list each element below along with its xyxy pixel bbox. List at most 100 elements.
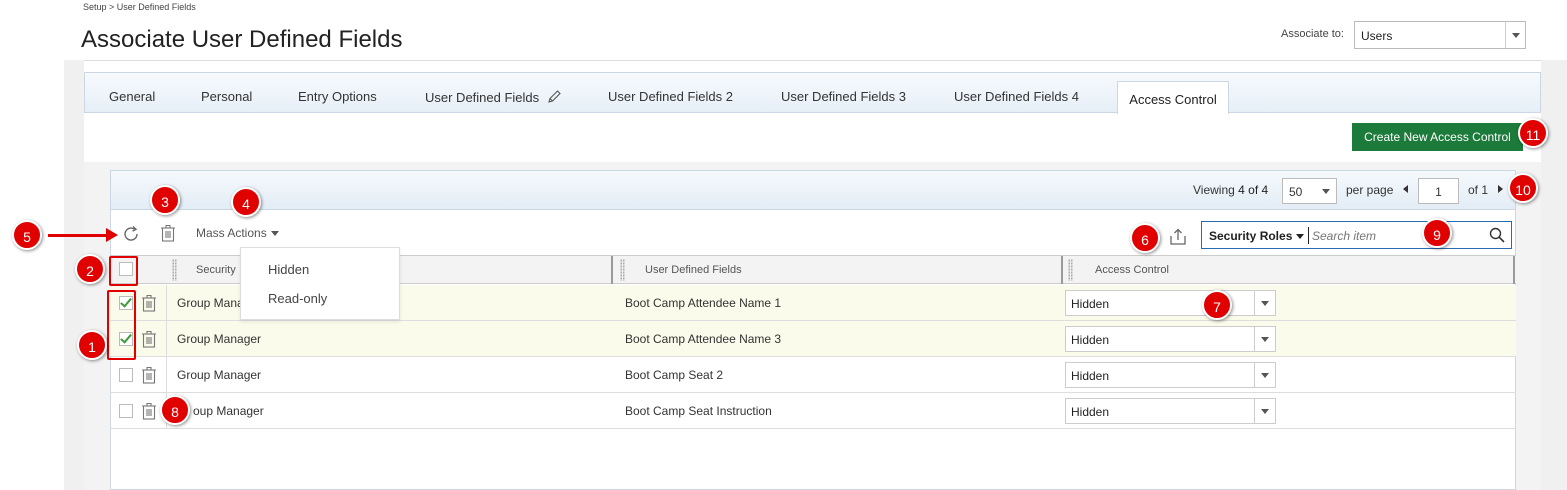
access-control-value: Hidden [1071, 369, 1110, 383]
annotation-badge-10: 10 [1508, 173, 1538, 203]
table-row[interactable]: Group Manager Boot Camp Seat 2 Hidden [110, 357, 1516, 393]
cell-security-role: Group Mana [177, 296, 244, 310]
row-divider [166, 285, 167, 321]
per-page-label: per page [1346, 183, 1394, 197]
tab-user-defined-fields-3[interactable]: User Defined Fields 3 [781, 89, 906, 104]
tab-user-defined-fields-2[interactable]: User Defined Fields 2 [608, 89, 733, 104]
row-divider [166, 357, 167, 393]
annotation-arrow [48, 234, 108, 237]
tab-personal[interactable]: Personal [201, 89, 252, 104]
search-scope-label: Security Roles [1209, 229, 1293, 243]
column-divider[interactable] [1513, 256, 1515, 284]
tab-bar: General Personal Entry Options User Defi… [84, 72, 1541, 114]
chevron-down-icon [1254, 399, 1275, 423]
access-control-select[interactable]: Hidden [1065, 398, 1276, 424]
breadcrumb: Setup > User Defined Fields [83, 2, 196, 12]
cell-security-role: oup Manager [193, 404, 264, 418]
previous-page-icon[interactable] [1403, 185, 1408, 193]
column-grip-icon[interactable] [172, 259, 177, 281]
mass-actions-label: Mass Actions [196, 226, 267, 240]
annotation-badge-5: 5 [12, 220, 42, 250]
menu-item-hidden[interactable]: Hidden [268, 262, 309, 277]
access-control-select[interactable]: Hidden [1065, 326, 1276, 352]
next-page-icon[interactable] [1498, 185, 1503, 193]
refresh-icon[interactable] [121, 224, 141, 244]
access-control-value: Hidden [1071, 333, 1110, 347]
annotation-badge-3: 3 [150, 185, 180, 215]
column-header-user-defined-fields[interactable]: User Defined Fields [645, 264, 742, 276]
annotation-highlight-select-all [109, 256, 138, 286]
cell-user-defined-field: Boot Camp Attendee Name 3 [625, 332, 782, 346]
column-divider[interactable] [611, 256, 613, 284]
access-control-value: Hidden [1071, 405, 1110, 419]
caret-down-icon [270, 231, 279, 236]
tab-user-defined-fields[interactable]: User Defined Fields [425, 89, 562, 105]
annotation-badge-2: 2 [75, 254, 105, 284]
annotation-badge-4: 4 [231, 187, 261, 217]
access-control-select[interactable]: Hidden [1065, 290, 1276, 316]
annotation-badge-8: 8 [160, 395, 190, 425]
page-total: of 1 [1468, 183, 1489, 197]
cell-user-defined-field: Boot Camp Seat Instruction [625, 404, 772, 418]
chevron-down-icon [1254, 363, 1275, 387]
access-control-select[interactable]: Hidden [1065, 362, 1276, 388]
header-divider [64, 60, 1567, 61]
row-checkbox[interactable] [119, 368, 133, 382]
menu-item-read-only[interactable]: Read-only [268, 291, 327, 306]
column-header-security[interactable]: Security [196, 264, 236, 276]
annotation-badge-7: 7 [1202, 290, 1232, 320]
annotation-arrow-head [106, 228, 118, 242]
annotation-badge-11: 11 [1518, 118, 1548, 148]
tab-entry-options[interactable]: Entry Options [298, 89, 377, 104]
search-scope-dropdown[interactable]: Security Roles [1209, 229, 1305, 243]
tab-label: User Defined Fields [425, 90, 540, 105]
annotation-badge-6: 6 [1130, 223, 1160, 253]
page-title: Associate User Defined Fields [81, 26, 403, 53]
associate-to-label: Associate to: [1281, 28, 1344, 40]
chevron-down-icon [1254, 291, 1275, 315]
search-icon[interactable] [1489, 227, 1505, 243]
chevron-down-icon [1322, 189, 1330, 194]
create-access-control-button[interactable]: Create New Access Control [1352, 123, 1523, 151]
viewing-prefix: Viewing [1193, 183, 1235, 197]
annotation-highlight-row-checkboxes [107, 290, 136, 360]
access-control-value: Hidden [1071, 297, 1110, 311]
table-row[interactable]: oup Manager Boot Camp Seat Instruction H… [110, 393, 1516, 429]
column-header-access-control[interactable]: Access Control [1095, 264, 1169, 276]
tab-user-defined-fields-4[interactable]: User Defined Fields 4 [954, 89, 1079, 104]
row-divider [166, 321, 167, 357]
associate-to-value: Users [1361, 29, 1393, 43]
pencil-icon [547, 90, 561, 103]
mass-actions-button[interactable]: Mass Actions [196, 226, 279, 240]
page-number-input[interactable]: 1 [1418, 178, 1459, 204]
tab-general[interactable]: General [109, 89, 155, 104]
column-grip-icon[interactable] [620, 259, 625, 281]
annotation-badge-9: 9 [1422, 218, 1452, 248]
chevron-down-icon [1254, 327, 1275, 351]
trash-icon[interactable] [141, 330, 157, 348]
cell-user-defined-field: Boot Camp Attendee Name 1 [625, 296, 782, 310]
associate-to-select[interactable]: Users [1354, 21, 1526, 49]
tab-access-control[interactable]: Access Control [1117, 81, 1229, 114]
trash-icon[interactable] [141, 366, 157, 384]
per-page-select[interactable]: 50 [1282, 178, 1337, 204]
per-page-value: 50 [1289, 185, 1303, 199]
chevron-down-icon [1505, 22, 1525, 48]
cell-security-role: Group Manager [177, 332, 262, 346]
cell-security-role: Group Manager [177, 368, 262, 382]
trash-icon[interactable] [141, 294, 157, 312]
column-grip-icon[interactable] [1068, 259, 1073, 281]
row-checkbox[interactable] [119, 404, 133, 418]
search-cursor [1308, 227, 1309, 244]
viewing-value: 4 of 4 [1238, 183, 1269, 197]
export-icon[interactable] [1169, 228, 1187, 246]
search-input[interactable] [1310, 226, 1480, 245]
trash-icon[interactable] [160, 224, 176, 242]
caret-down-icon [1296, 234, 1305, 239]
trash-icon[interactable] [141, 402, 157, 420]
search-box: Security Roles [1201, 221, 1512, 249]
cell-user-defined-field: Boot Camp Seat 2 [625, 368, 724, 382]
viewing-count: Viewing 4 of 4 [1193, 183, 1268, 197]
column-divider[interactable] [1061, 256, 1063, 284]
table-row[interactable]: Group Manager Boot Camp Attendee Name 3 … [110, 321, 1516, 357]
